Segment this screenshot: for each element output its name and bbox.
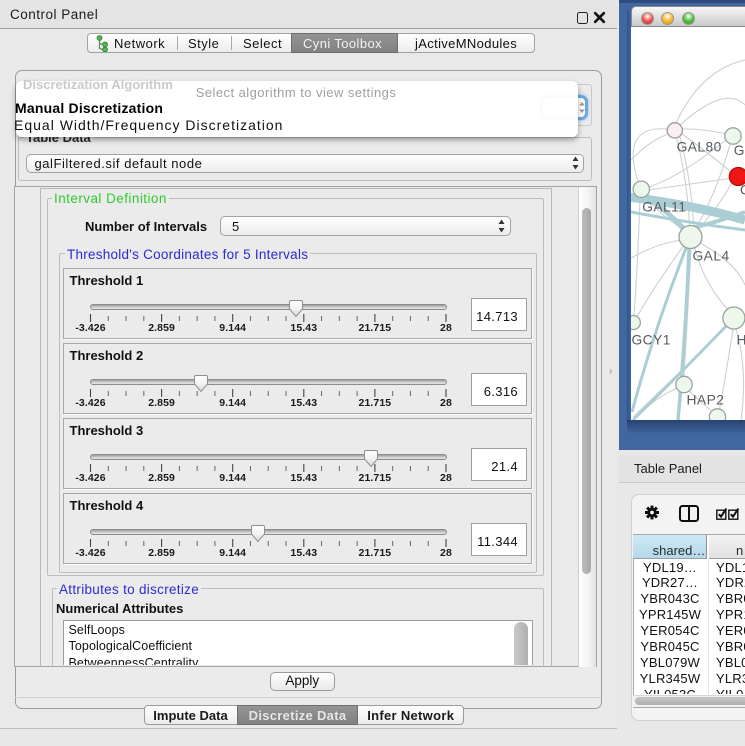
svg-text:H: H xyxy=(737,333,745,348)
svg-text:C: C xyxy=(740,183,745,198)
svg-text:HAP2: HAP2 xyxy=(687,393,725,408)
svg-text:GAL11: GAL11 xyxy=(642,199,686,214)
svg-text:GCY1: GCY1 xyxy=(632,333,671,348)
svg-text:GAL80: GAL80 xyxy=(677,140,722,155)
svg-text:GA: GA xyxy=(734,143,745,158)
svg-text:GAL4: GAL4 xyxy=(693,249,730,264)
